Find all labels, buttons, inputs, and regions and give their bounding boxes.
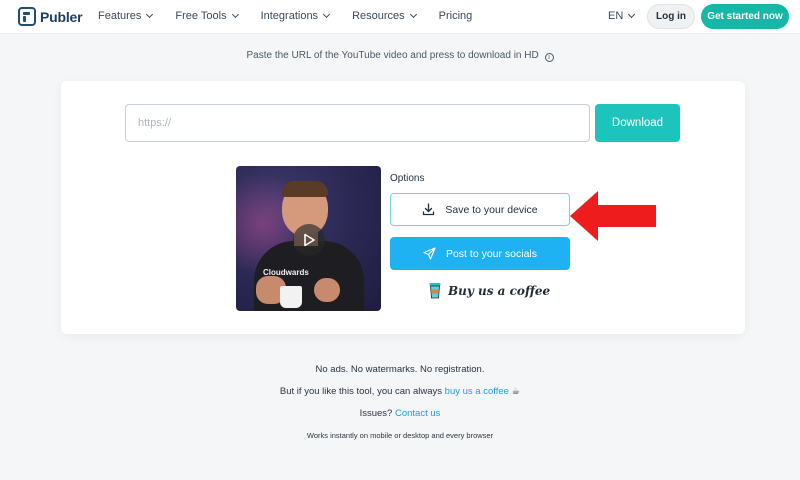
save-to-device-button[interactable]: Save to your device [390,193,570,226]
post-to-socials-button[interactable]: Post to your socials [390,237,570,270]
brand-name: Publer [40,8,83,25]
nav-item-integrations[interactable]: Integrations [260,10,331,22]
footer-coffee-line: But if you like this tool, you can alway… [0,386,800,397]
login-button[interactable]: Log in [647,4,695,29]
nav-item-free-tools[interactable]: Free Tools [175,10,239,22]
footer-coffee-link[interactable]: buy us a coffee [445,386,509,397]
play-icon [304,233,315,247]
instructions-text: Paste the URL of the YouTube video and p… [246,50,539,61]
nav-item-resources[interactable]: Resources [352,10,417,22]
contact-us-link[interactable]: Contact us [395,408,440,419]
footer-coffee-prefix: But if you like this tool, you can alway… [279,386,443,397]
thumbnail-brand-text: Cloudwards [263,268,309,277]
save-to-device-label: Save to your device [445,203,538,216]
chevron-down-icon [231,10,239,19]
chevron-down-icon [409,10,417,19]
send-icon [423,247,436,260]
publer-logo-icon [18,7,36,26]
chevron-down-icon [323,10,331,19]
get-started-button[interactable]: Get started now [701,4,789,29]
info-icon[interactable]: i [544,53,554,62]
footer-tagline: No ads. No watermarks. No registration. [315,364,485,375]
download-icon [423,203,435,216]
buy-coffee-link[interactable]: Buy us a coffee [429,282,550,299]
coffee-cup-icon: ☕ [511,386,521,397]
nav-item-label: Integrations [260,10,319,22]
play-button[interactable] [293,224,325,256]
url-input[interactable] [125,104,590,142]
options-label: Options [390,173,425,184]
coffee-cup-icon [429,283,441,299]
chevron-down-icon [628,10,636,19]
chevron-down-icon [146,10,154,19]
nav-item-label: Free Tools [175,10,227,22]
nav-item-pricing[interactable]: Pricing [439,10,473,22]
nav-item-label: Resources [352,10,405,22]
publer-logo[interactable]: Publer [18,7,83,26]
nav-item-label: Features [98,10,142,22]
language-label: EN [608,10,624,22]
post-to-socials-label: Post to your socials [445,247,538,260]
red-arrow-annotation [570,191,656,241]
footer-issues-prefix: Issues? [359,408,393,419]
top-navbar: Publer Features Free Tools Integrations … [0,0,800,34]
nav-item-label: Pricing [438,10,473,22]
download-button[interactable]: Download [595,104,680,142]
nav-item-features[interactable]: Features [98,10,154,22]
footer-issues-line: Issues? Contact us [0,408,800,419]
language-selector[interactable]: EN [608,10,636,22]
video-thumbnail[interactable]: Cloudwards [236,166,381,311]
main-nav: Features Free Tools Integrations Resourc… [98,10,495,22]
instructions: Paste the URL of the YouTube video and p… [0,50,800,62]
footer-compat-note: Works instantly on mobile or desktop and… [306,431,494,440]
buy-coffee-label: Buy us a coffee [448,283,551,298]
